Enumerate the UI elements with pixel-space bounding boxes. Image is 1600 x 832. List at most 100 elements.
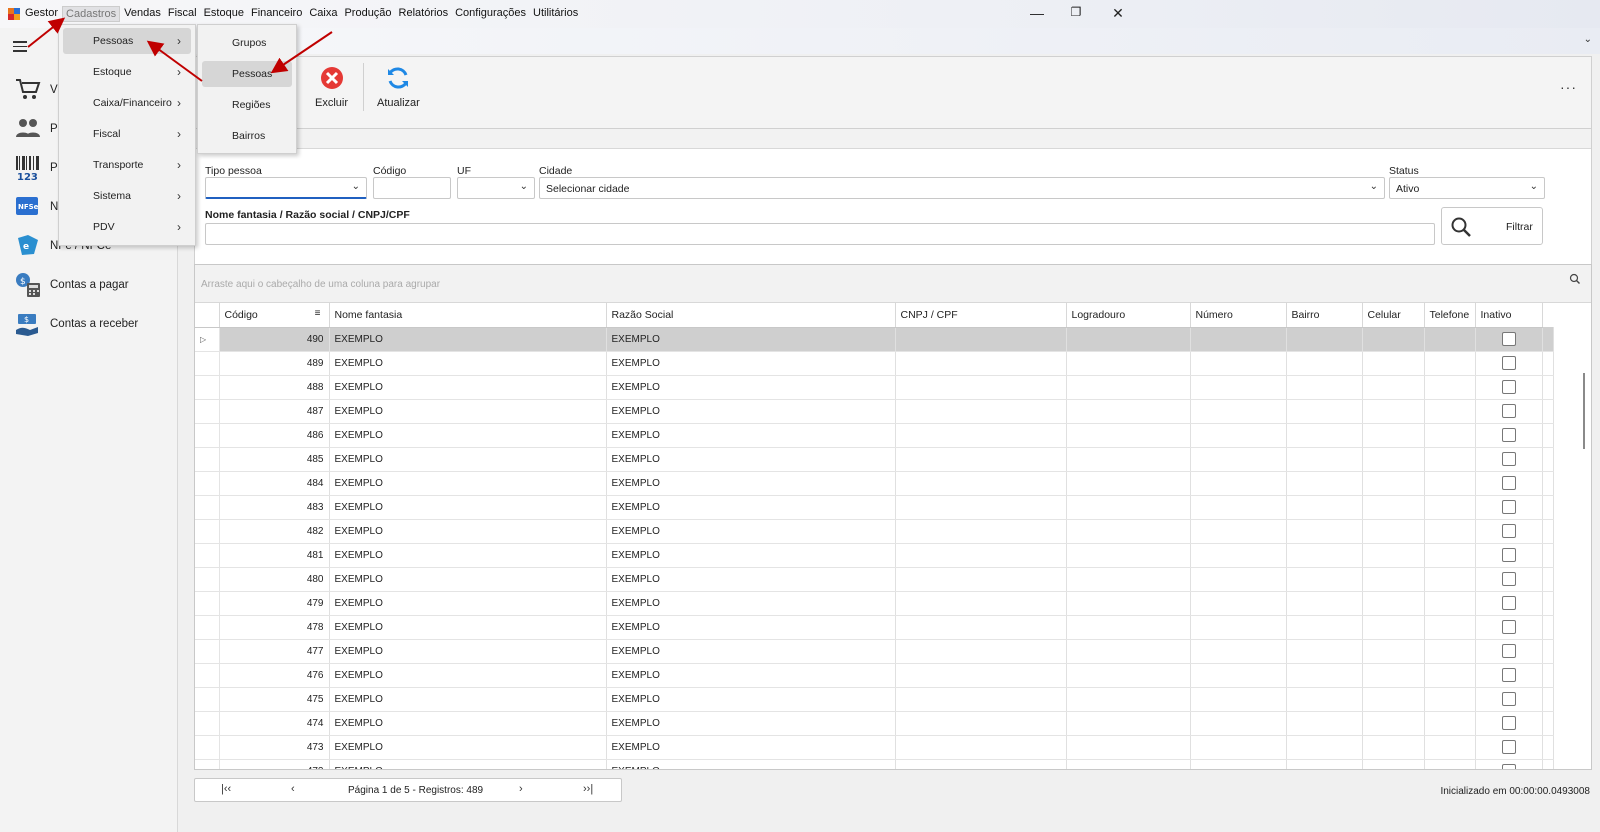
inativo-checkbox[interactable]	[1501, 620, 1516, 634]
cell-telefone[interactable]	[1424, 663, 1476, 688]
cell-cnpj-cpf[interactable]	[895, 687, 1067, 712]
cell-nome-fantasia[interactable]: EXEMPLO	[329, 495, 607, 520]
cell-bairro[interactable]	[1286, 447, 1363, 472]
group-by-bar[interactable]: Arraste aqui o cabeçalho de uma coluna p…	[195, 265, 1591, 303]
row-indicator[interactable]	[195, 447, 220, 472]
row-indicator[interactable]	[195, 567, 220, 592]
menu-fiscal[interactable]: Fiscal	[165, 6, 200, 22]
row-indicator[interactable]	[195, 663, 220, 688]
cell-bairro[interactable]	[1286, 471, 1363, 496]
menu-producao[interactable]: Produção	[341, 6, 394, 22]
cell-cnpj-cpf[interactable]	[895, 591, 1067, 616]
table-row[interactable]: 479 EXEMPLO EXEMPLO	[195, 591, 1554, 616]
menu-item-pessoas[interactable]: Pessoas ›	[63, 28, 191, 54]
cell-inativo[interactable]	[1475, 471, 1543, 496]
table-row[interactable]: 480 EXEMPLO EXEMPLO	[195, 567, 1554, 592]
cell-telefone[interactable]	[1424, 519, 1476, 544]
first-page-icon[interactable]: |‹‹	[221, 783, 231, 795]
cell-nome-fantasia[interactable]: EXEMPLO	[329, 471, 607, 496]
cell-inativo[interactable]	[1475, 543, 1543, 568]
cell-bairro[interactable]	[1286, 567, 1363, 592]
cell-cnpj-cpf[interactable]	[895, 711, 1067, 736]
menu-item-caixa-financeiro[interactable]: Caixa/Financeiro ›	[63, 90, 191, 116]
cell-inativo[interactable]	[1475, 759, 1543, 769]
cell-razao-social[interactable]: EXEMPLO	[606, 663, 896, 688]
column-header-inativo[interactable]: Inativo	[1475, 303, 1543, 328]
cell-inativo[interactable]	[1475, 447, 1543, 472]
nome-razao-cnpj-input[interactable]	[205, 223, 1435, 245]
cell-razao-social[interactable]: EXEMPLO	[606, 711, 896, 736]
table-row[interactable]: 486 EXEMPLO EXEMPLO	[195, 423, 1554, 448]
status-select[interactable]: Ativo ⌄	[1389, 177, 1545, 199]
cell-codigo[interactable]: 482	[219, 519, 330, 544]
cell-inativo[interactable]	[1475, 423, 1543, 448]
column-header-nome-fantasia[interactable]: Nome fantasia	[329, 303, 607, 328]
column-header-cnpj-cpf[interactable]: CNPJ / CPF	[895, 303, 1067, 328]
cell-bairro[interactable]	[1286, 351, 1363, 376]
table-row[interactable]: 476 EXEMPLO EXEMPLO	[195, 663, 1554, 688]
cell-cnpj-cpf[interactable]	[895, 543, 1067, 568]
cell-razao-social[interactable]: EXEMPLO	[606, 471, 896, 496]
menu-item-fiscal[interactable]: Fiscal ›	[63, 121, 191, 147]
menu-item-estoque[interactable]: Estoque ›	[63, 59, 191, 85]
table-row[interactable]: 485 EXEMPLO EXEMPLO	[195, 447, 1554, 472]
cell-bairro[interactable]	[1286, 399, 1363, 424]
cell-telefone[interactable]	[1424, 711, 1476, 736]
cell-inativo[interactable]	[1475, 639, 1543, 664]
cell-codigo[interactable]: 478	[219, 615, 330, 640]
cell-telefone[interactable]	[1424, 351, 1476, 376]
cell-celular[interactable]	[1362, 471, 1425, 496]
cell-numero[interactable]	[1190, 351, 1287, 376]
cell-bairro[interactable]	[1286, 735, 1363, 760]
inativo-checkbox[interactable]	[1501, 356, 1516, 370]
cell-inativo[interactable]	[1475, 711, 1543, 736]
cell-razao-social[interactable]: EXEMPLO	[606, 543, 896, 568]
cell-razao-social[interactable]: EXEMPLO	[606, 639, 896, 664]
table-row[interactable]: 482 EXEMPLO EXEMPLO	[195, 519, 1554, 544]
cell-logradouro[interactable]	[1066, 543, 1191, 568]
close-icon[interactable]: ✕	[1108, 5, 1128, 22]
row-indicator[interactable]	[195, 687, 220, 712]
cell-inativo[interactable]	[1475, 687, 1543, 712]
table-row[interactable]: 481 EXEMPLO EXEMPLO	[195, 543, 1554, 568]
cell-codigo[interactable]: 479	[219, 591, 330, 616]
inativo-checkbox[interactable]	[1501, 524, 1516, 538]
cell-telefone[interactable]	[1424, 327, 1476, 352]
cell-logradouro[interactable]	[1066, 567, 1191, 592]
cell-numero[interactable]	[1190, 759, 1287, 769]
cell-razao-social[interactable]: EXEMPLO	[606, 519, 896, 544]
cell-nome-fantasia[interactable]: EXEMPLO	[329, 327, 607, 352]
table-row[interactable]: 484 EXEMPLO EXEMPLO	[195, 471, 1554, 496]
menu-item-sistema[interactable]: Sistema ›	[63, 183, 191, 209]
row-indicator[interactable]	[195, 519, 220, 544]
cell-razao-social[interactable]: EXEMPLO	[606, 735, 896, 760]
cell-codigo[interactable]: 473	[219, 735, 330, 760]
menu-cadastros[interactable]: Cadastros	[62, 6, 121, 22]
tab-list-chevron-icon[interactable]: ⌄	[1584, 34, 1592, 45]
last-page-icon[interactable]: ››|	[583, 783, 593, 795]
previous-page-icon[interactable]: ‹	[291, 783, 295, 795]
cell-bairro[interactable]	[1286, 375, 1363, 400]
row-indicator[interactable]	[195, 351, 220, 376]
cell-codigo[interactable]: 484	[219, 471, 330, 496]
cell-numero[interactable]	[1190, 663, 1287, 688]
cell-telefone[interactable]	[1424, 375, 1476, 400]
submenu-item-pessoas[interactable]: Pessoas	[202, 61, 292, 87]
hamburger-menu-icon[interactable]	[13, 41, 27, 55]
cell-telefone[interactable]	[1424, 735, 1476, 760]
table-row[interactable]: 474 EXEMPLO EXEMPLO	[195, 711, 1554, 736]
cell-logradouro[interactable]	[1066, 591, 1191, 616]
cell-celular[interactable]	[1362, 447, 1425, 472]
cell-bairro[interactable]	[1286, 519, 1363, 544]
cell-telefone[interactable]	[1424, 615, 1476, 640]
cell-celular[interactable]	[1362, 711, 1425, 736]
inativo-checkbox[interactable]	[1501, 692, 1516, 706]
cell-logradouro[interactable]	[1066, 735, 1191, 760]
row-indicator[interactable]	[195, 399, 220, 424]
cell-nome-fantasia[interactable]: EXEMPLO	[329, 663, 607, 688]
inativo-checkbox[interactable]	[1501, 764, 1516, 769]
column-header-logradouro[interactable]: Logradouro	[1066, 303, 1191, 328]
cell-nome-fantasia[interactable]: EXEMPLO	[329, 543, 607, 568]
cell-telefone[interactable]	[1424, 567, 1476, 592]
cell-logradouro[interactable]	[1066, 375, 1191, 400]
